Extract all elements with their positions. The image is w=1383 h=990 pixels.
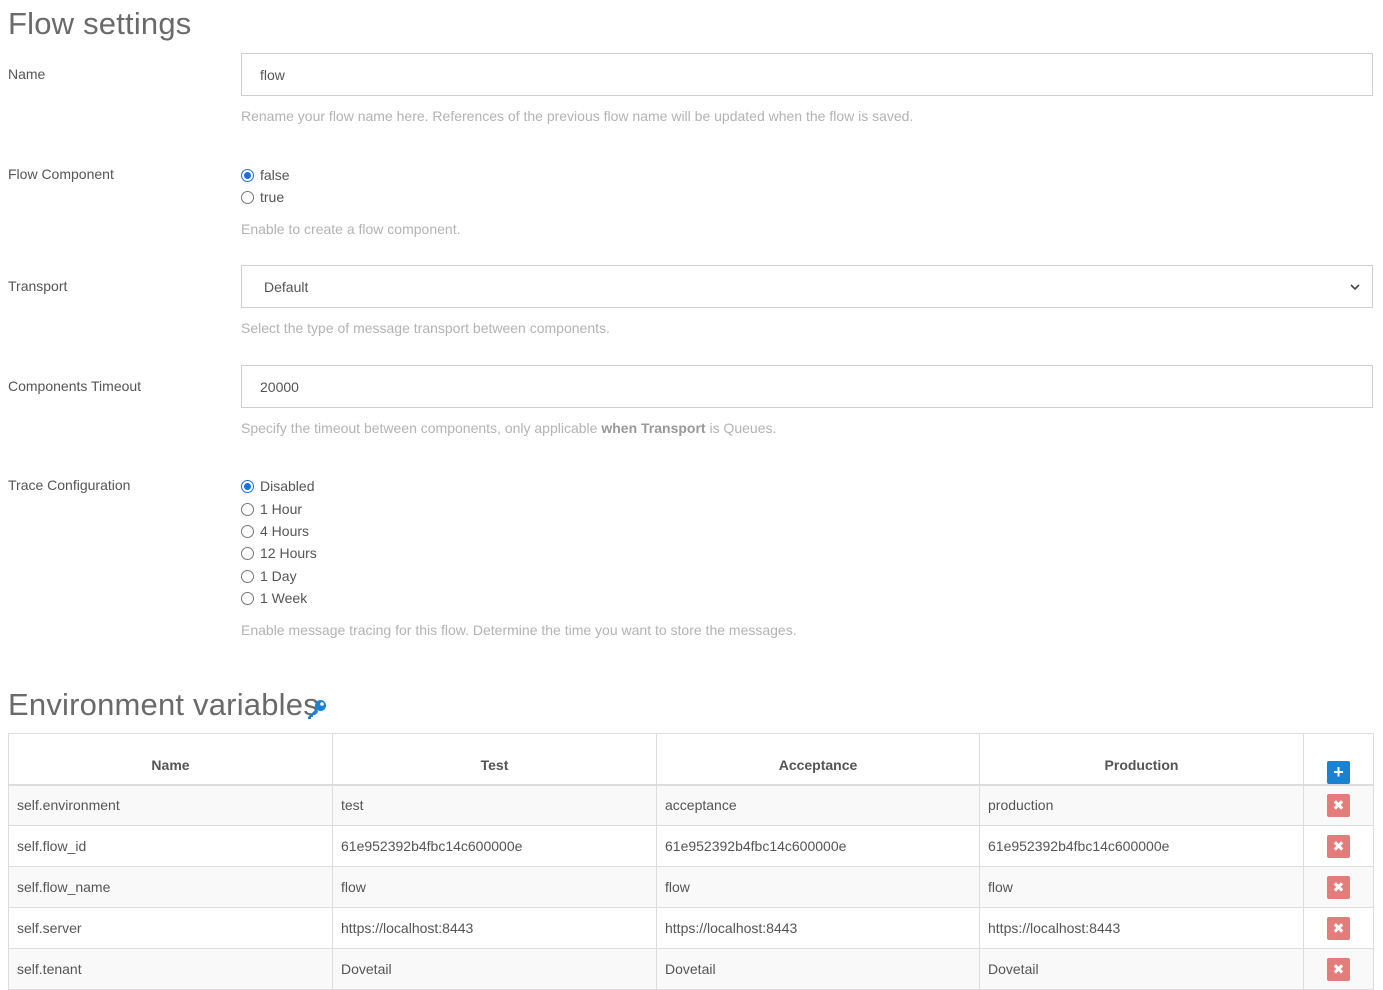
variable-name-cell[interactable]: self.flow_id xyxy=(8,825,333,867)
variable-name-cell[interactable]: self.flow_name xyxy=(8,866,333,908)
radio-4-hours-label: 4 Hours xyxy=(260,523,310,539)
radio-1-hour-label: 1 Hour xyxy=(260,501,303,517)
environment-variables-table: Name Test Acceptance Production + self.e… xyxy=(8,733,1374,990)
flow-settings-title: Flow settings xyxy=(8,6,192,41)
variable-acceptance-cell[interactable]: Dovetail xyxy=(656,948,980,990)
variable-test-cell[interactable]: 61e952392b4fbc14c600000e xyxy=(332,825,657,867)
transport-select[interactable]: Default xyxy=(241,265,1373,308)
table-row: self.server https://localhost:8443 https… xyxy=(8,907,1374,949)
radio-1-week-label: 1 Week xyxy=(260,590,308,606)
radio-1-day-label: 1 Day xyxy=(260,568,297,584)
name-label: Name xyxy=(8,66,46,82)
radio-false[interactable] xyxy=(241,168,254,182)
flow-component-label: Flow Component xyxy=(8,166,114,182)
column-header-actions: + xyxy=(1303,733,1374,786)
times-icon: ✖ xyxy=(1332,879,1345,895)
radio-1-hour[interactable] xyxy=(241,502,254,516)
flow-settings-page: Flow settings Name flow Rename your flow… xyxy=(0,0,1383,990)
radio-1-day[interactable] xyxy=(241,569,254,583)
trace-option-12-hours[interactable]: 12 Hours xyxy=(241,543,317,563)
name-help: Rename your flow name here. References o… xyxy=(241,108,914,124)
column-header-production: Production xyxy=(979,733,1304,786)
environment-variables-title: Environment variables xyxy=(8,687,319,722)
variable-test-cell[interactable]: test xyxy=(332,784,657,826)
trace-configuration-label: Trace Configuration xyxy=(8,477,131,493)
delete-variable-button[interactable]: ✖ xyxy=(1327,957,1350,981)
components-timeout-input[interactable]: 20000 xyxy=(241,365,1373,408)
radio-disabled-label: Disabled xyxy=(260,478,315,494)
variable-production-cell[interactable]: flow xyxy=(979,866,1304,908)
delete-variable-button[interactable]: ✖ xyxy=(1327,875,1350,899)
table-row: self.environment test acceptance product… xyxy=(8,784,1374,826)
variable-test-cell[interactable]: Dovetail xyxy=(332,948,657,990)
variable-name-cell[interactable]: self.server xyxy=(8,907,333,949)
variable-name-cell[interactable]: self.environment xyxy=(8,784,333,826)
add-variable-button[interactable]: + xyxy=(1327,760,1350,784)
times-icon: ✖ xyxy=(1332,797,1345,814)
radio-disabled[interactable] xyxy=(241,479,254,493)
radio-true[interactable] xyxy=(241,190,254,204)
variable-acceptance-cell[interactable]: https://localhost:8443 xyxy=(656,907,980,949)
column-header-name: Name xyxy=(8,733,333,786)
flow-component-option-false[interactable]: false xyxy=(241,165,290,185)
variable-test-cell[interactable]: flow xyxy=(332,866,657,908)
table-header-row: Name Test Acceptance Production + xyxy=(8,733,1374,786)
trace-option-1-week[interactable]: 1 Week xyxy=(241,588,307,608)
key-icon[interactable] xyxy=(305,697,329,721)
variable-name-cell[interactable]: self.tenant xyxy=(8,948,333,990)
row-actions-cell: ✖ xyxy=(1303,784,1374,826)
variable-acceptance-cell[interactable]: 61e952392b4fbc14c600000e xyxy=(656,825,980,867)
table-row: self.flow_id 61e952392b4fbc14c600000e 61… xyxy=(8,825,1374,867)
trace-option-1-day[interactable]: 1 Day xyxy=(241,566,297,586)
row-actions-cell: ✖ xyxy=(1303,907,1374,949)
column-header-acceptance: Acceptance xyxy=(656,733,980,786)
variable-production-cell[interactable]: https://localhost:8443 xyxy=(979,907,1304,949)
column-header-test: Test xyxy=(332,733,657,786)
variable-production-cell[interactable]: 61e952392b4fbc14c600000e xyxy=(979,825,1304,867)
table-row: self.flow_name flow flow flow ✖ xyxy=(8,866,1374,908)
radio-false-label: false xyxy=(260,167,290,183)
transport-label: Transport xyxy=(8,278,68,294)
radio-true-label: true xyxy=(260,189,285,205)
delete-variable-button[interactable]: ✖ xyxy=(1327,793,1350,817)
trace-option-disabled[interactable]: Disabled xyxy=(241,476,314,496)
row-actions-cell: ✖ xyxy=(1303,866,1374,908)
transport-help: Select the type of message transport bet… xyxy=(241,320,610,336)
flow-component-option-true[interactable]: true xyxy=(241,187,284,207)
flow-component-help: Enable to create a flow component. xyxy=(241,221,461,237)
variable-test-cell[interactable]: https://localhost:8443 xyxy=(332,907,657,949)
radio-1-week[interactable] xyxy=(241,591,254,605)
times-icon: ✖ xyxy=(1332,920,1345,936)
variable-production-cell[interactable]: Dovetail xyxy=(979,948,1304,990)
name-input[interactable]: flow xyxy=(241,53,1373,96)
trace-option-4-hours[interactable]: 4 Hours xyxy=(241,521,309,541)
table-row: self.tenant Dovetail Dovetail Dovetail ✖ xyxy=(8,948,1374,990)
delete-variable-button[interactable]: ✖ xyxy=(1327,916,1350,940)
row-actions-cell: ✖ xyxy=(1303,948,1374,990)
radio-4-hours[interactable] xyxy=(241,524,254,538)
variable-production-cell[interactable]: production xyxy=(979,784,1304,826)
variable-acceptance-cell[interactable]: acceptance xyxy=(656,784,980,826)
components-timeout-label: Components Timeout xyxy=(8,378,142,394)
chevron-down-icon xyxy=(1350,283,1360,290)
trace-configuration-help: Enable message tracing for this flow. De… xyxy=(241,622,797,638)
radio-12-hours-label: 12 Hours xyxy=(260,545,317,561)
variable-acceptance-cell[interactable]: flow xyxy=(656,866,980,908)
components-timeout-help: Specify the timeout between components, … xyxy=(241,420,777,436)
row-actions-cell: ✖ xyxy=(1303,825,1374,867)
trace-option-1-hour[interactable]: 1 Hour xyxy=(241,499,302,519)
radio-12-hours[interactable] xyxy=(241,546,254,560)
plus-icon: + xyxy=(1333,762,1344,782)
transport-selected-value: Default xyxy=(264,278,309,295)
times-icon: ✖ xyxy=(1332,961,1345,977)
times-icon: ✖ xyxy=(1332,838,1345,854)
delete-variable-button[interactable]: ✖ xyxy=(1327,834,1350,858)
